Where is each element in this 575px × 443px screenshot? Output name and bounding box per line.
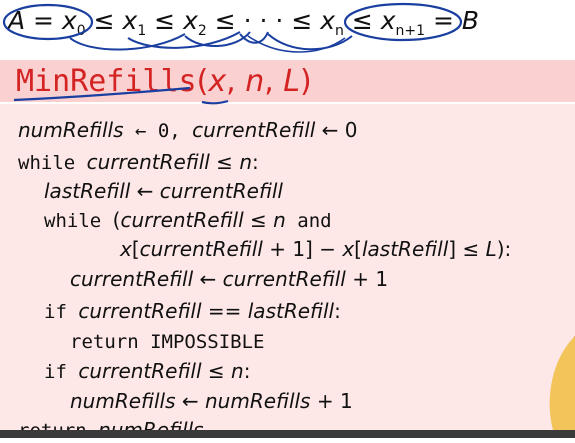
formula-A: A [8,6,26,35]
video-progress-bar[interactable] [0,430,575,438]
slide: A = x0 ≤ x1 ≤ x2 ≤ · · · ≤ xn ≤ xn+1 = B… [0,0,575,442]
code-line-7: if currentRefill == lastRefill: [44,299,341,323]
code-line-2: while currentRefill ≤ n: [18,150,259,174]
code-line-10: numRefills ← numRefills + 1 [70,389,353,413]
title-ink [13,86,229,105]
ink-title-underline-2 [13,86,191,102]
presenter-arm [549,336,575,430]
code-line-1: numRefills ← 0, currentRefill ← 0 [18,118,358,142]
code-line-3: lastRefill ← currentRefill [44,179,283,203]
code-line-6: currentRefill ← currentRefill + 1 [70,267,389,291]
code-line-4: while (currentRefill ≤ n and [44,208,332,232]
sequence-formula: A = x0 ≤ x1 ≤ x2 ≤ · · · ≤ xn ≤ xn+1 = B [8,6,480,39]
code-line-8: return IMPOSSIBLE [70,331,265,353]
formula-B: B [461,6,480,35]
code-line-9: if currentRefill ≤ n: [44,359,251,383]
code-line-5: x[currentRefill + 1] − x[lastRefill] ≤ L… [120,237,512,261]
ink-x-underline-2 [201,99,229,105]
